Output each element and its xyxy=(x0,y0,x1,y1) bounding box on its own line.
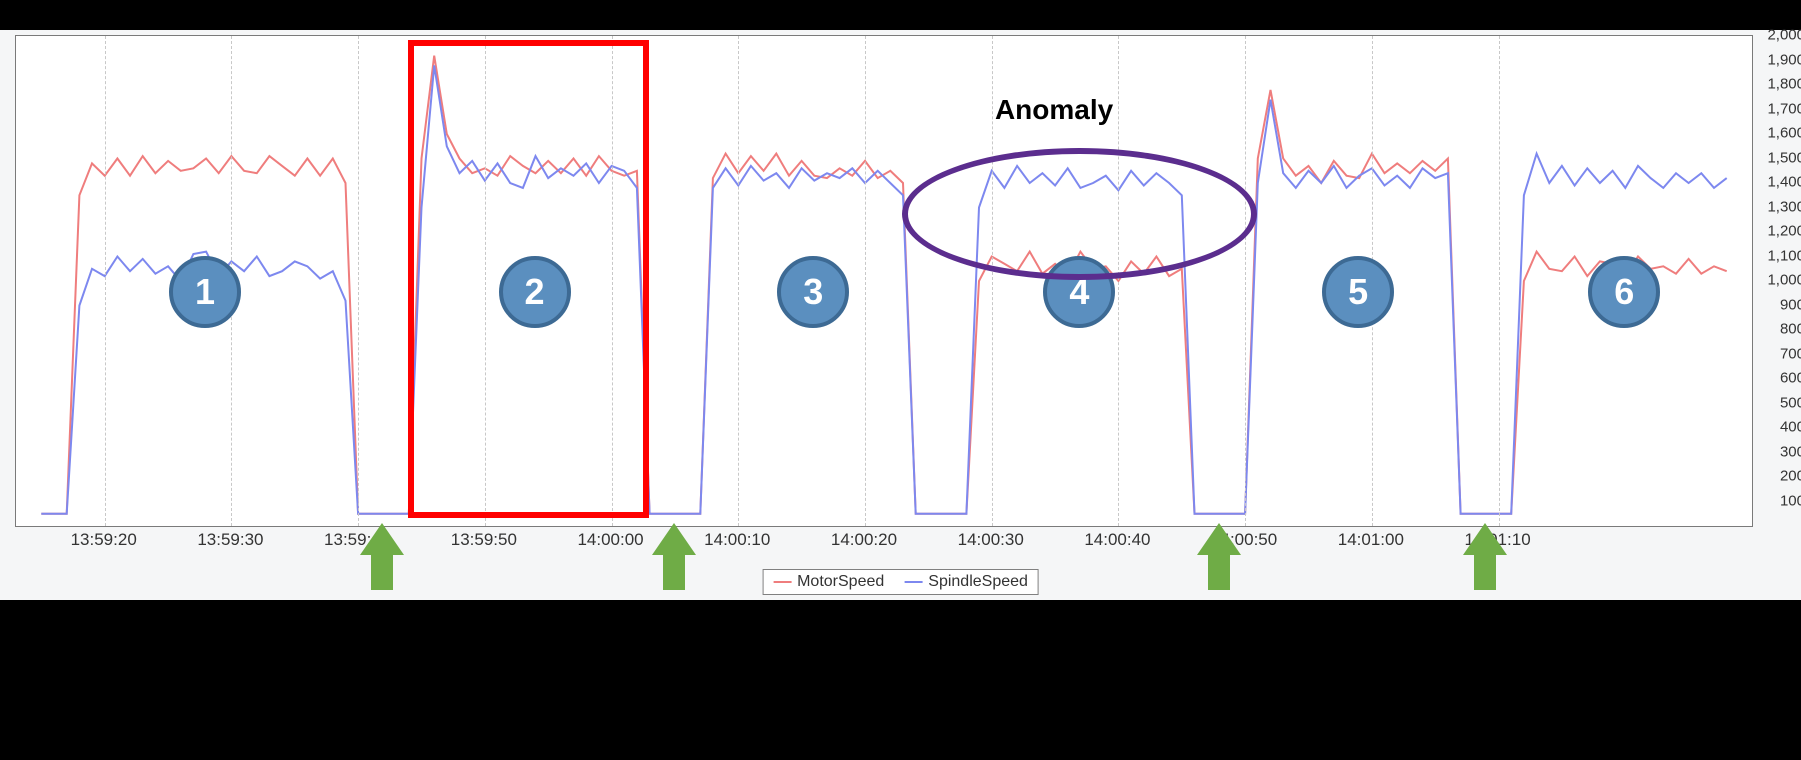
legend-item-spindle: SpindleSpeed xyxy=(904,573,1028,591)
y-tick-label: 1,100 xyxy=(1755,247,1801,264)
x-tick-label: 13:59:20 xyxy=(71,530,137,550)
cycle-badge-5: 5 xyxy=(1322,256,1394,328)
x-tick-label: 14:00:30 xyxy=(958,530,1024,550)
y-tick-label: 400 xyxy=(1755,419,1801,436)
y-tick-label: 700 xyxy=(1755,345,1801,362)
chart-wrapper: MotorSpeed SpindleSpeed 13:59:20 13:59:30… xyxy=(0,30,1801,600)
legend: MotorSpeed SpindleSpeed xyxy=(762,569,1039,595)
x-tick-label: 14:00:40 xyxy=(1084,530,1150,550)
gridline-v xyxy=(1245,36,1246,526)
y-tick-label: 1,900 xyxy=(1755,51,1801,68)
y-tick-label: 1,300 xyxy=(1755,198,1801,215)
y-tick-label: 200 xyxy=(1755,468,1801,485)
y-tick-label: 600 xyxy=(1755,370,1801,387)
y-tick-label: 1,600 xyxy=(1755,125,1801,142)
gridline-v xyxy=(1499,36,1500,526)
gridline-v xyxy=(865,36,866,526)
gridline-v xyxy=(358,36,359,526)
y-tick-label: 1,000 xyxy=(1755,272,1801,289)
y-tick-label: 1,200 xyxy=(1755,223,1801,240)
legend-swatch-motor xyxy=(773,581,791,583)
y-tick-label: 900 xyxy=(1755,296,1801,313)
plot-area xyxy=(15,35,1753,527)
gridline-v xyxy=(992,36,993,526)
gridline-v xyxy=(1118,36,1119,526)
series-SpindleSpeed xyxy=(41,65,1726,513)
cycle-badge-3: 3 xyxy=(777,256,849,328)
y-tick-label: 1,500 xyxy=(1755,149,1801,166)
y-tick-label: 1,400 xyxy=(1755,174,1801,191)
y-tick-label: 2,000 xyxy=(1755,27,1801,44)
x-tick-label: 14:00:20 xyxy=(831,530,897,550)
cycle-badge-6: 6 xyxy=(1588,256,1660,328)
gridline-v xyxy=(485,36,486,526)
x-tick-label: 13:59:30 xyxy=(197,530,263,550)
legend-label-spindle: SpindleSpeed xyxy=(928,573,1028,591)
cycle-badge-1: 1 xyxy=(169,256,241,328)
x-tick-label: 14:01:00 xyxy=(1338,530,1404,550)
anomaly-label: Anomaly xyxy=(995,94,1113,126)
y-tick-label: 800 xyxy=(1755,321,1801,338)
y-tick-label: 100 xyxy=(1755,492,1801,509)
legend-swatch-spindle xyxy=(904,581,922,583)
y-tick-label: 300 xyxy=(1755,443,1801,460)
y-tick-label: 500 xyxy=(1755,394,1801,411)
x-tick-label: 14:00:00 xyxy=(577,530,643,550)
gridline-v xyxy=(612,36,613,526)
gridline-v xyxy=(105,36,106,526)
y-tick-label: 1,700 xyxy=(1755,100,1801,117)
series-MotorSpeed xyxy=(41,56,1726,514)
chart-svg xyxy=(16,36,1752,526)
x-tick-label: 13:59:50 xyxy=(451,530,517,550)
cycle-badge-2: 2 xyxy=(499,256,571,328)
legend-label-motor: MotorSpeed xyxy=(797,573,884,591)
y-tick-label: 1,800 xyxy=(1755,76,1801,93)
x-tick-label: 14:00:10 xyxy=(704,530,770,550)
cycle-badge-4: 4 xyxy=(1043,256,1115,328)
gridline-v xyxy=(738,36,739,526)
legend-item-motor: MotorSpeed xyxy=(773,573,884,591)
